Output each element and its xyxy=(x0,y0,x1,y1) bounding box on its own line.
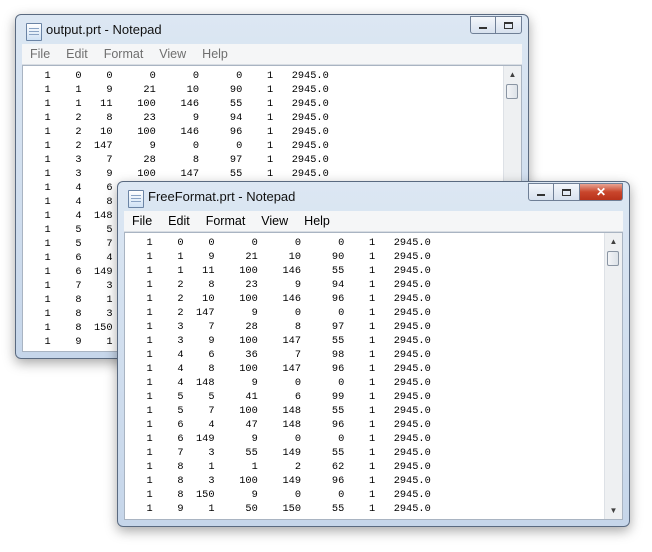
text-line: 1 8 3 xyxy=(44,308,113,320)
text-line: 1 1 9 21 10 90 1 2945.0 xyxy=(44,84,329,96)
maximize-button[interactable] xyxy=(496,16,522,34)
text-line: 1 4 6 xyxy=(44,182,113,194)
maximize-icon xyxy=(562,188,571,196)
text-line: 1 5 7 xyxy=(44,238,113,250)
text-line: 1 0 0 0 0 0 1 2945.0 xyxy=(44,70,329,82)
arrow-up-icon[interactable]: ▲ xyxy=(504,66,521,83)
caption-buttons: ✕ xyxy=(528,183,623,201)
minimize-icon xyxy=(479,27,487,29)
text-line: 1 6 4 xyxy=(44,252,113,264)
text-line: 1 5 7 100 148 55 1 2945.0 xyxy=(146,405,431,417)
menu-edit[interactable]: Edit xyxy=(58,47,96,61)
text-line: 1 2 8 23 9 94 1 2945.0 xyxy=(146,279,431,291)
text-line: 1 1 9 21 10 90 1 2945.0 xyxy=(146,251,431,263)
title-bar[interactable]: output.prt - Notepad xyxy=(16,15,528,45)
menu-help[interactable]: Help xyxy=(194,47,236,61)
notepad-window-freeformat[interactable]: FreeFormat.prt - Notepad ✕ File Edit For… xyxy=(117,181,630,527)
text-line: 1 2 10 100 146 96 1 2945.0 xyxy=(146,293,431,305)
text-line: 1 1 11 100 146 55 1 2945.0 xyxy=(44,98,329,110)
arrow-down-icon[interactable]: ▼ xyxy=(605,502,622,519)
maximize-button[interactable] xyxy=(554,183,580,201)
scroll-thumb[interactable] xyxy=(607,251,619,266)
text-line: 1 2 10 100 146 96 1 2945.0 xyxy=(44,126,329,138)
menu-edit[interactable]: Edit xyxy=(160,214,198,228)
menu-format[interactable]: Format xyxy=(198,214,254,228)
text-line: 1 4 8 xyxy=(44,196,113,208)
text-line: 1 8 150 xyxy=(44,322,113,334)
text-line: 1 5 5 xyxy=(44,224,113,236)
text-line: 1 8 3 100 149 96 1 2945.0 xyxy=(146,475,431,487)
menu-bar: File Edit Format View Help xyxy=(124,211,623,232)
vertical-scrollbar[interactable]: ▲ ▼ xyxy=(604,233,622,519)
menu-bar: File Edit Format View Help xyxy=(22,44,522,65)
text-area-container: 1 0 0 0 0 0 1 2945.0 1 1 9 21 10 90 1 29… xyxy=(124,232,623,520)
window-title: output.prt - Notepad xyxy=(46,22,162,37)
title-bar[interactable]: FreeFormat.prt - Notepad ✕ xyxy=(118,182,629,212)
menu-file[interactable]: File xyxy=(22,47,58,61)
arrow-up-icon[interactable]: ▲ xyxy=(605,233,622,250)
text-line: 1 4 6 36 7 98 1 2945.0 xyxy=(146,349,431,361)
text-line: 1 3 9 100 147 55 1 2945.0 xyxy=(44,168,329,180)
notepad-icon xyxy=(26,23,42,41)
text-line: 1 8 1 1 2 62 1 2945.0 xyxy=(146,461,431,473)
text-line: 1 7 3 xyxy=(44,280,113,292)
menu-help[interactable]: Help xyxy=(296,214,338,228)
menu-view[interactable]: View xyxy=(253,214,296,228)
text-line: 1 0 0 0 0 0 1 2945.0 xyxy=(146,237,431,249)
text-line: 1 3 9 100 147 55 1 2945.0 xyxy=(146,335,431,347)
text-editor[interactable]: 1 0 0 0 0 0 1 2945.0 1 1 9 21 10 90 1 29… xyxy=(125,233,605,519)
menu-view[interactable]: View xyxy=(151,47,194,61)
text-line: 1 6 4 47 148 96 1 2945.0 xyxy=(146,419,431,431)
text-line: 1 1 11 100 146 55 1 2945.0 xyxy=(146,265,431,277)
text-line: 1 6 149 9 0 0 1 2945.0 xyxy=(146,433,431,445)
menu-format[interactable]: Format xyxy=(96,47,152,61)
minimize-icon xyxy=(537,194,545,196)
window-title: FreeFormat.prt - Notepad xyxy=(148,189,296,204)
close-button[interactable]: ✕ xyxy=(580,183,623,201)
text-line: 1 2 8 23 9 94 1 2945.0 xyxy=(44,112,329,124)
text-line: 1 5 5 41 6 99 1 2945.0 xyxy=(146,391,431,403)
close-icon: ✕ xyxy=(595,185,607,199)
text-line: 1 8 1 xyxy=(44,294,113,306)
maximize-icon xyxy=(504,21,513,29)
text-line: 1 4 148 9 0 0 1 2945.0 xyxy=(146,377,431,389)
text-line: 1 9 1 50 150 55 1 2945.0 xyxy=(128,503,431,515)
text-line: 1 3 7 28 8 97 1 2945.0 xyxy=(146,321,431,333)
minimize-button[interactable] xyxy=(470,16,496,34)
scroll-thumb[interactable] xyxy=(506,84,518,99)
text-line: 1 7 3 55 149 55 1 2945.0 xyxy=(146,447,431,459)
text-line: 1 4 148 xyxy=(44,210,113,222)
caption-buttons xyxy=(470,16,522,34)
text-line: 1 6 149 xyxy=(44,266,113,278)
minimize-button[interactable] xyxy=(528,183,554,201)
text-line: 1 3 7 28 8 97 1 2945.0 xyxy=(44,154,329,166)
text-line: 1 9 1 xyxy=(26,336,113,348)
text-line: 1 2 147 9 0 0 1 2945.0 xyxy=(146,307,431,319)
text-line: 1 4 8 100 147 96 1 2945.0 xyxy=(146,363,431,375)
notepad-icon xyxy=(128,190,144,208)
menu-file[interactable]: File xyxy=(124,214,160,228)
text-line: 1 8 150 9 0 0 1 2945.0 xyxy=(146,489,431,501)
text-line: 1 2 147 9 0 0 1 2945.0 xyxy=(44,140,329,152)
